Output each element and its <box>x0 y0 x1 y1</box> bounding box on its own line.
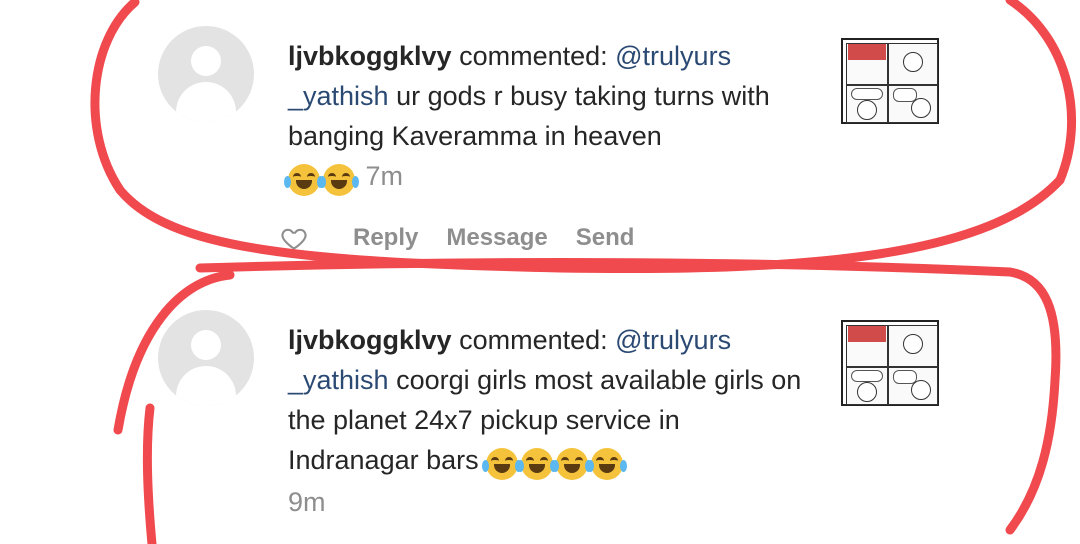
mention-link-cont[interactable]: _yathish <box>288 81 389 111</box>
username[interactable]: ljvbkoggklvy <box>288 325 452 355</box>
comment-action: commented: <box>451 325 616 355</box>
timestamp: 9m <box>288 486 326 517</box>
laughing-emoji-icon <box>284 158 359 198</box>
comic-title-image <box>848 326 886 342</box>
avatar[interactable] <box>158 26 254 122</box>
post-thumbnail[interactable] <box>841 320 939 406</box>
mention-link-cont[interactable]: _yathish <box>288 365 389 395</box>
reply-button[interactable]: Reply <box>353 224 418 252</box>
message-button[interactable]: Message <box>446 224 547 252</box>
avatar[interactable] <box>158 310 254 406</box>
comic-title-image <box>848 44 886 60</box>
notification-item-1[interactable]: ljvbkoggklvy commented: @trulyurs _yathis… <box>0 0 1080 270</box>
send-button[interactable]: Send <box>576 224 635 252</box>
mention-link[interactable]: @trulyurs <box>615 41 731 71</box>
mention-link[interactable]: @trulyurs <box>615 325 731 355</box>
notification-item-2[interactable]: ljvbkoggklvy commented: @trulyurs _yathis… <box>0 270 1080 544</box>
laughing-emoji-icon <box>482 442 628 482</box>
post-thumbnail[interactable] <box>841 38 939 124</box>
comment-actions: Reply Message Send <box>280 218 662 258</box>
comment-text: ljvbkoggklvy commented: @trulyurs _yathis… <box>288 320 808 522</box>
timestamp: 7m <box>365 161 404 191</box>
heart-icon[interactable] <box>280 224 308 252</box>
comment-action: commented: <box>451 41 616 71</box>
comment-text: ljvbkoggklvy commented: @trulyurs _yathis… <box>284 36 808 198</box>
username[interactable]: ljvbkoggklvy <box>288 41 452 71</box>
